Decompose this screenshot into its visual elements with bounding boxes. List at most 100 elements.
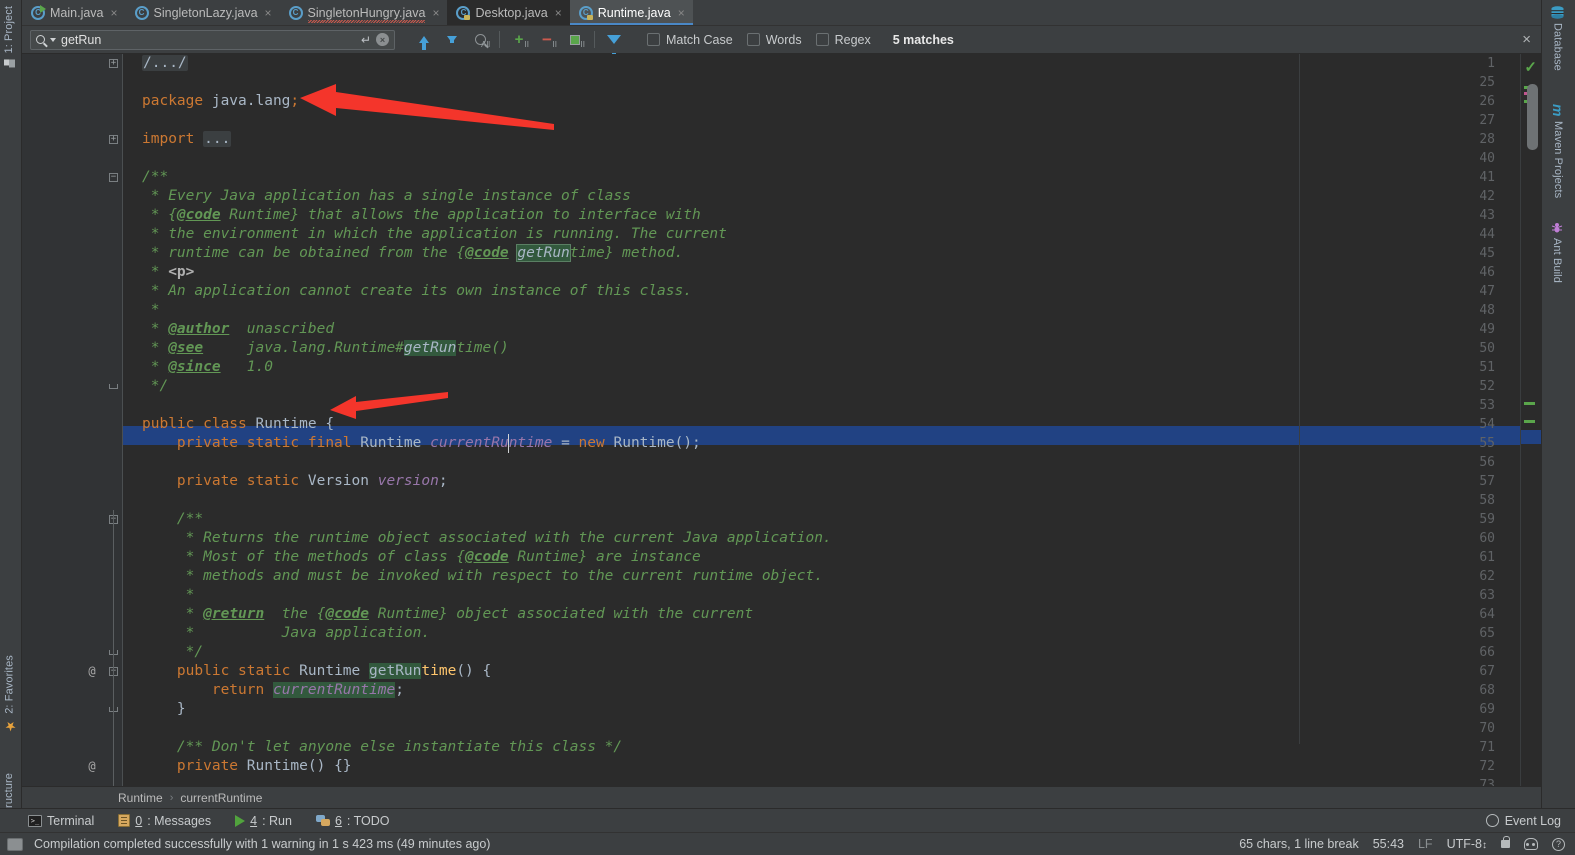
checkbox-label: Words bbox=[765, 32, 802, 47]
find-all-button[interactable]: All bbox=[467, 28, 493, 52]
find-next-button[interactable] bbox=[439, 28, 465, 52]
event-log-button[interactable]: Event Log bbox=[1485, 814, 1575, 828]
line-number: 55 bbox=[1479, 436, 1495, 451]
annotation-marker[interactable]: @ bbox=[84, 662, 100, 681]
line-number: 43 bbox=[1479, 208, 1495, 223]
status-indicator-icon[interactable] bbox=[7, 837, 23, 851]
breadcrumb[interactable]: Runtime › currentRuntime bbox=[22, 786, 1541, 808]
remove-occurrence-button[interactable]: − II bbox=[534, 28, 560, 52]
line-number: 69 bbox=[1479, 702, 1495, 717]
annotation-marker[interactable]: @ bbox=[84, 757, 100, 776]
tool-window-run[interactable]: 4: Run bbox=[223, 814, 304, 828]
status-right-group: 65 chars, 1 line break 55:43 LF UTF-8↕ ? bbox=[1239, 836, 1575, 851]
line-number: 67 bbox=[1479, 664, 1495, 679]
editor-tab-singletonhungry-java[interactable]: C SingletonHungry.java × bbox=[279, 0, 448, 25]
line-separator[interactable]: LF bbox=[1418, 837, 1433, 851]
line-number: 57 bbox=[1479, 474, 1495, 489]
sidebar-item-label: Maven Projects bbox=[1552, 120, 1564, 198]
caret-position[interactable]: 55:43 bbox=[1373, 837, 1404, 851]
find-previous-button[interactable] bbox=[411, 28, 437, 52]
code-editor[interactable]: /.../ package java.lang; import ... /** … bbox=[22, 54, 1541, 786]
close-find-icon[interactable]: × bbox=[1522, 31, 1531, 48]
java-run-class-icon: C bbox=[31, 4, 46, 20]
editor-tab-desktop-java[interactable]: C Desktop.java × bbox=[447, 0, 570, 25]
java-lib-class-icon: C bbox=[456, 5, 471, 20]
tool-window-label: : Run bbox=[262, 813, 292, 828]
sidebar-item-maven-projects[interactable]: m Maven Projects bbox=[1550, 104, 1566, 198]
line-number: 49 bbox=[1479, 322, 1495, 337]
breadcrumb-item-field[interactable]: currentRuntime bbox=[180, 791, 262, 805]
regex-checkbox[interactable]: Regex bbox=[815, 33, 871, 47]
gear-help-icon[interactable]: ? bbox=[1552, 837, 1565, 851]
select-box-icon bbox=[570, 34, 580, 45]
select-next-occurrence-button[interactable]: II bbox=[562, 28, 588, 52]
tool-window-mnemonic: 6 bbox=[334, 813, 342, 828]
breadcrumb-item-class[interactable]: Runtime bbox=[118, 791, 163, 805]
sidebar-item-favorites[interactable]: ★ 2: Favorites bbox=[2, 655, 17, 733]
search-icon bbox=[36, 35, 45, 44]
close-icon[interactable]: × bbox=[555, 6, 562, 20]
close-icon[interactable]: × bbox=[678, 6, 685, 20]
search-input[interactable]: getRun ↵ × bbox=[30, 29, 395, 50]
line-number: 72 bbox=[1479, 759, 1495, 774]
ide-window: 1: Project ★ 2: Favorites 7: Structure D… bbox=[0, 0, 1575, 855]
sidebar-item-project[interactable]: 1: Project bbox=[3, 6, 15, 69]
fold-collapse-icon[interactable]: − bbox=[107, 168, 120, 187]
java-class-icon: C bbox=[288, 5, 303, 20]
clear-icon[interactable]: × bbox=[376, 33, 389, 46]
checkbox-box bbox=[746, 33, 760, 46]
read-only-lock-icon[interactable] bbox=[1501, 836, 1510, 848]
sidebar-item-database[interactable]: Database bbox=[1551, 6, 1564, 71]
line-number: 65 bbox=[1479, 626, 1495, 641]
line-number: 42 bbox=[1479, 189, 1495, 204]
star-icon: ★ bbox=[2, 717, 17, 733]
terminal-icon: >_ bbox=[28, 814, 42, 827]
line-number: 62 bbox=[1479, 569, 1495, 584]
lines-label: II bbox=[580, 39, 585, 49]
fold-expand-icon[interactable]: + bbox=[107, 54, 120, 73]
line-number: 53 bbox=[1479, 398, 1495, 413]
inspection-face-icon[interactable] bbox=[1524, 838, 1538, 850]
line-number: 47 bbox=[1479, 284, 1495, 299]
words-checkbox[interactable]: Words bbox=[746, 32, 802, 47]
match-case-checkbox[interactable]: Match Case bbox=[647, 33, 733, 47]
file-encoding[interactable]: UTF-8↕ bbox=[1447, 837, 1487, 851]
fold-region-end-icon[interactable] bbox=[107, 377, 120, 396]
todo-icon bbox=[315, 814, 330, 827]
project-icon bbox=[3, 57, 15, 69]
run-icon bbox=[235, 814, 246, 827]
close-icon[interactable]: × bbox=[111, 6, 118, 20]
enter-icon[interactable]: ↵ bbox=[361, 33, 371, 47]
select-all-occurrences-button[interactable]: + II bbox=[506, 28, 532, 52]
line-number: 50 bbox=[1479, 341, 1495, 356]
close-icon[interactable]: × bbox=[432, 6, 439, 20]
sidebar-item-ant-build[interactable]: Ant Build bbox=[1551, 222, 1563, 283]
editor-tab-runtime-java[interactable]: C Runtime.java × bbox=[569, 0, 693, 25]
tab-label: Desktop.java bbox=[475, 5, 548, 20]
checkbox-label: Match Case bbox=[666, 32, 733, 47]
tab-label: Runtime.java bbox=[597, 5, 671, 20]
all-label: All bbox=[481, 39, 490, 49]
right-tool-rail: Database m Maven Projects Ant Build bbox=[1541, 0, 1575, 855]
toolbar-divider bbox=[499, 31, 500, 48]
tool-window-terminal[interactable]: >_ Terminal bbox=[0, 814, 106, 828]
maven-icon: m bbox=[1550, 104, 1566, 117]
line-number: 70 bbox=[1479, 721, 1495, 736]
chevron-down-icon[interactable] bbox=[50, 37, 56, 42]
sidebar-item-label: 2: Favorites bbox=[3, 655, 16, 714]
filter-icon bbox=[607, 35, 621, 57]
editor-tab-main-java[interactable]: C Main.java × bbox=[22, 0, 126, 25]
tool-window-todo[interactable]: 6: TODO bbox=[304, 814, 402, 828]
editor-tab-singletonlazy-java[interactable]: C SingletonLazy.java × bbox=[125, 0, 280, 25]
toolbar-divider bbox=[594, 31, 595, 48]
filter-button[interactable] bbox=[601, 28, 627, 57]
line-number: 46 bbox=[1479, 265, 1495, 280]
fold-expand-icon[interactable]: + bbox=[107, 130, 120, 149]
arrow-down-icon bbox=[447, 36, 457, 43]
tool-window-messages[interactable]: 0: Messages bbox=[106, 814, 223, 828]
line-number: 27 bbox=[1479, 113, 1495, 128]
event-log-icon bbox=[1485, 814, 1499, 827]
line-number: 26 bbox=[1479, 94, 1495, 109]
close-icon[interactable]: × bbox=[265, 6, 272, 20]
line-number: 44 bbox=[1479, 227, 1495, 242]
